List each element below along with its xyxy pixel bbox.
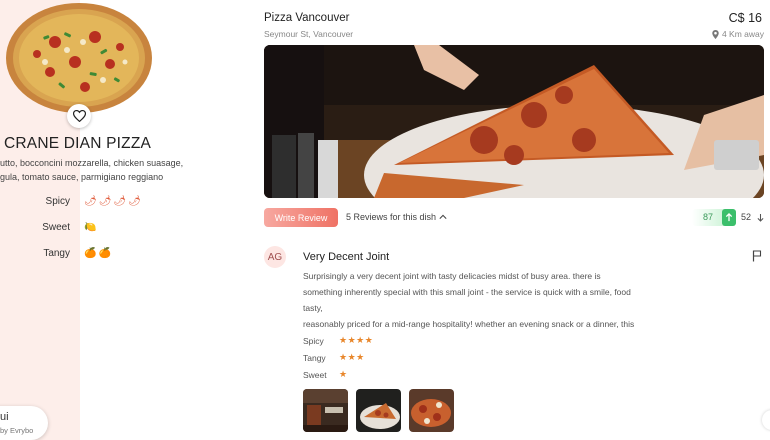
flavor-label: Sweet — [42, 222, 70, 233]
upvote-count: 87 — [703, 212, 714, 222]
heart-icon — [72, 110, 86, 122]
ingredients-line: utto, bocconcini mozzarella, chicken sua… — [0, 158, 184, 168]
star-rating: ★★★ — [339, 352, 365, 362]
dish-panel: CRANE DIAN PIZZA utto, bocconcini mozzar… — [0, 0, 262, 440]
dish-ingredients: utto, bocconcini mozzarella, chicken sua… — [0, 156, 200, 184]
reviews-count-text: 5 Reviews for this dish — [346, 212, 437, 222]
review-photo[interactable] — [356, 389, 401, 432]
flavor-row-spicy: Spicy 🌶🌶🌶🌶 — [0, 196, 200, 210]
favorite-button[interactable] — [67, 104, 91, 128]
flag-icon[interactable] — [752, 250, 762, 262]
arrow-down-icon — [757, 214, 763, 222]
review-body-line: Surprisingly a very decent joint with ta… — [303, 271, 601, 281]
dish-title: CRANE DIAN PIZZA — [4, 135, 152, 152]
location-pin-icon — [712, 29, 719, 39]
scroll-button[interactable] — [762, 410, 770, 430]
upvote-button[interactable] — [722, 209, 736, 226]
distance: 4 Km away — [712, 29, 764, 39]
review-title: Very Decent Joint — [303, 251, 390, 263]
distance-text: 4 Km away — [721, 29, 764, 39]
chevron-up-icon — [439, 214, 447, 219]
user-name: ui — [0, 411, 9, 423]
downvote-button[interactable] — [755, 211, 765, 224]
review-photo[interactable] — [409, 389, 454, 432]
user-subtitle: by Evrybo — [0, 426, 34, 435]
chili-icon: 🌶🌶🌶🌶 — [84, 196, 143, 207]
dish-price: C$ 16 — [728, 11, 762, 25]
reviewer-avatar[interactable]: AG — [264, 246, 286, 268]
user-chip[interactable]: ui by Evrybo — [0, 406, 48, 440]
review-body: Surprisingly a very decent joint with ta… — [303, 268, 663, 332]
flavor-label: Tangy — [43, 248, 70, 259]
flavor-label: Spicy — [45, 196, 70, 207]
arrow-up-icon — [725, 213, 733, 222]
lemon-icon: 🍋 — [84, 222, 99, 233]
review-body-line: reasonably priced for a mid-range hospit… — [303, 319, 635, 329]
write-review-button[interactable]: Write Review — [264, 208, 338, 227]
review-body-line: something inherently special with this s… — [303, 287, 631, 297]
dish-photo — [264, 45, 764, 198]
reviews-toggle[interactable]: 5 Reviews for this dish — [346, 212, 447, 222]
restaurant-name[interactable]: Pizza Vancouver — [264, 12, 349, 24]
star-rating: ★★★★ — [339, 335, 374, 345]
review-body-line: tasty, — [303, 303, 323, 313]
restaurant-address: Seymour St, Vancouver — [264, 29, 354, 39]
pizza-image — [6, 3, 152, 113]
orange-icon: 🍊🍊 — [84, 248, 113, 259]
review-photo[interactable] — [303, 389, 348, 432]
star-rating: ★ — [339, 369, 348, 379]
flavor-row-tangy: Tangy 🍊🍊 — [0, 248, 200, 262]
downvote-count: 52 — [741, 212, 752, 222]
flavor-row-sweet: Sweet 🍋 — [0, 222, 200, 236]
ingredients-line: gula, tomato sauce, parmigiano reggiano — [0, 172, 164, 182]
rating-label: Tangy — [303, 353, 326, 363]
rating-label: Sweet — [303, 370, 327, 380]
rating-label: Spicy — [303, 336, 324, 346]
